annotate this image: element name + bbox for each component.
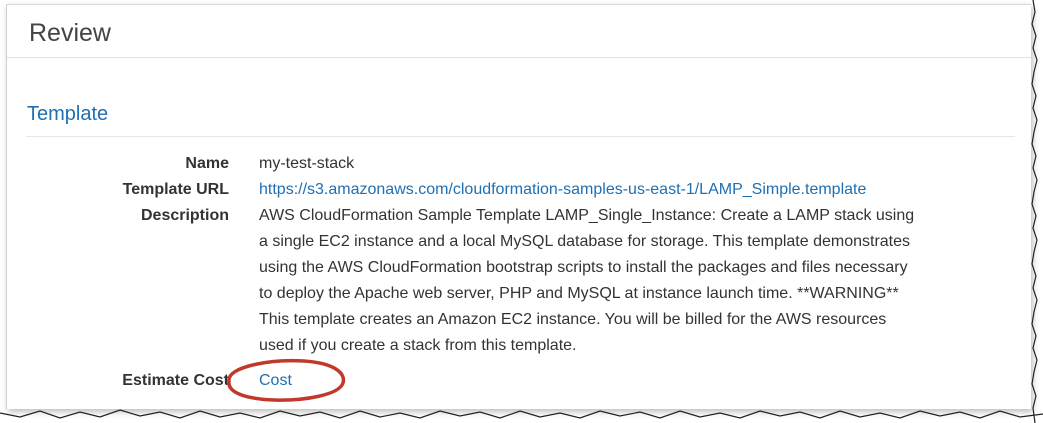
section-divider xyxy=(26,136,1015,137)
name-value: my-test-stack xyxy=(259,155,355,172)
description-line: a single EC2 instance and a local MySQL … xyxy=(259,233,911,250)
template-url-label: Template URL xyxy=(122,181,229,198)
description-line: AWS CloudFormation Sample Template LAMP_… xyxy=(259,207,915,224)
estimate-cost-label: Estimate Cost xyxy=(122,372,229,389)
description-line: using the AWS CloudFormation bootstrap s… xyxy=(259,259,908,276)
template-section-title: Template xyxy=(27,103,109,125)
description-label: Description xyxy=(140,207,229,224)
template-url-link[interactable]: https://s3.amazonaws.com/cloudformation-… xyxy=(259,181,866,199)
torn-edge-decoration xyxy=(1031,0,1038,423)
name-label: Name xyxy=(185,155,229,172)
review-header: Review xyxy=(7,5,1031,58)
page-title: Review xyxy=(29,19,111,47)
review-panel: Review Template Name my-test-stack Templ… xyxy=(6,4,1031,409)
torn-bottom-decoration xyxy=(0,409,1043,419)
description-line: This template creates an Amazon EC2 inst… xyxy=(259,311,887,328)
description-line: used if you create a stack from this tem… xyxy=(259,337,577,354)
description-line: to deploy the Apache web server, PHP and… xyxy=(259,285,899,302)
estimate-cost-link[interactable]: Cost xyxy=(259,372,292,390)
